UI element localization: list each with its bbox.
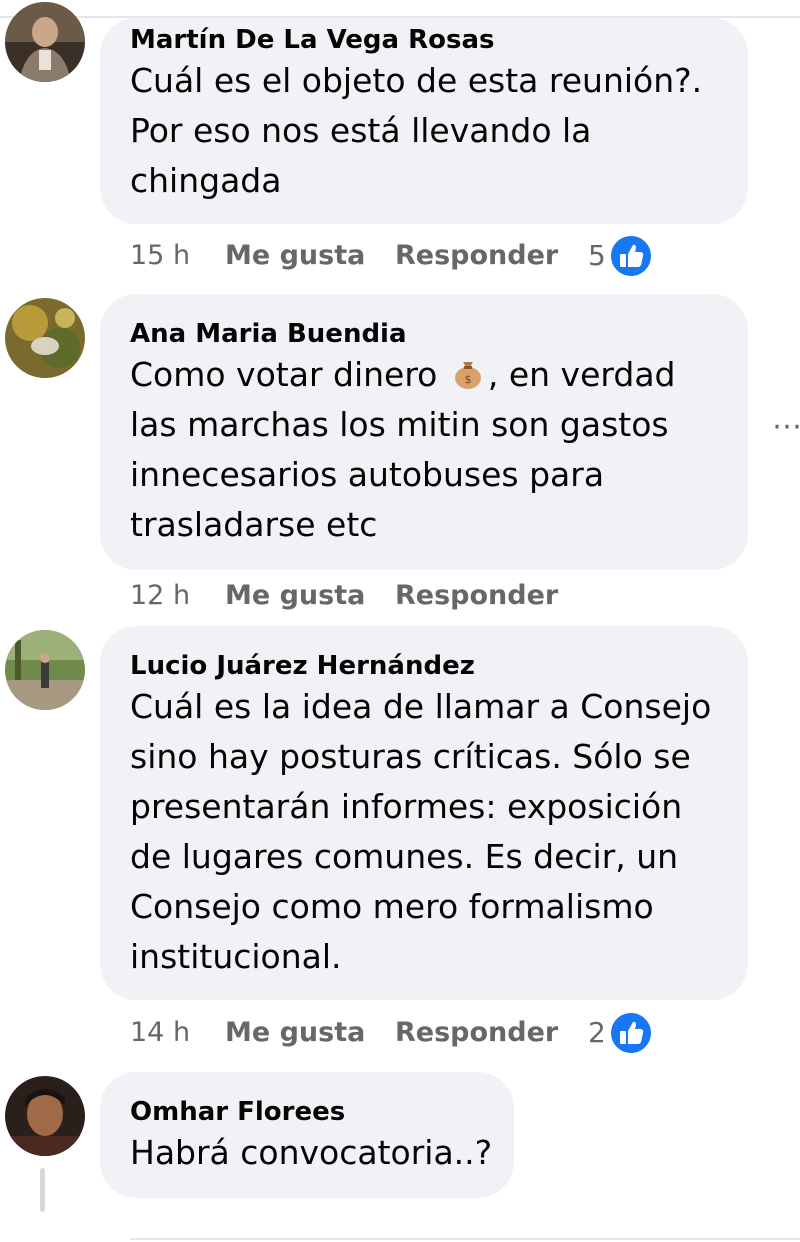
- comment-bubble: Martín De La Vega Rosas Cuál es el objet…: [100, 18, 748, 224]
- like-button[interactable]: Me gusta: [225, 576, 365, 616]
- more-options-icon[interactable]: ⋯: [772, 412, 800, 442]
- like-button[interactable]: Me gusta: [225, 1013, 365, 1053]
- comment-text-segment: Como votar dinero: [130, 355, 448, 394]
- comment-actions: 12 h Me gusta Responder: [130, 576, 690, 616]
- comment-text-line: Por eso nos está llevando la: [130, 111, 592, 150]
- comment-actions: 14 h Me gusta Responder 2: [130, 1010, 690, 1056]
- comment-text-line: institucional.: [130, 937, 342, 976]
- comment-text-line: de lugares comunes. Es decir, un: [130, 837, 679, 876]
- comment-text-line: las marchas los mitin son gastos: [130, 405, 669, 444]
- comment-text-line: innecesarios autobuses para: [130, 455, 605, 494]
- like-reaction-icon[interactable]: [608, 233, 654, 279]
- comment-text-segment: , en verdad: [487, 355, 676, 394]
- comment-actions: 15 h Me gusta Responder 5: [130, 233, 690, 279]
- comment-text-line: chingada: [130, 161, 282, 200]
- comment-text-line: Cuál es la idea de llamar a Consejo: [130, 687, 712, 726]
- reply-button[interactable]: Responder: [395, 576, 558, 616]
- comment-timestamp[interactable]: 15 h: [130, 236, 190, 276]
- comment-timestamp[interactable]: 14 h: [130, 1013, 190, 1053]
- comment-text-line: Cuál es el objeto de esta reunión?.: [130, 61, 703, 100]
- like-reaction-icon[interactable]: [608, 1010, 654, 1056]
- comment-timestamp[interactable]: 12 h: [130, 576, 190, 616]
- comment-text-line: trasladarse etc: [130, 505, 378, 544]
- comment-bubble: Omhar Florees Habrá convocatoria..?: [100, 1072, 514, 1198]
- bottom-divider: [130, 1238, 800, 1240]
- reply-button[interactable]: Responder: [395, 1013, 558, 1053]
- comment-author[interactable]: Omhar Florees: [130, 1072, 484, 1128]
- comment-text-line: Consejo como mero formalismo: [130, 887, 654, 926]
- avatar[interactable]: [5, 630, 85, 710]
- comment-text-line: presentarán informes: exposición: [130, 787, 683, 826]
- like-button[interactable]: Me gusta: [225, 236, 365, 276]
- avatar[interactable]: [5, 298, 85, 378]
- comment-text-line: sino hay posturas críticas. Sólo se: [130, 737, 691, 776]
- reply-button[interactable]: Responder: [395, 236, 558, 276]
- svg-text:$: $: [464, 373, 471, 386]
- avatar[interactable]: [5, 1076, 85, 1156]
- comment-author[interactable]: Ana Maria Buendia: [130, 294, 718, 350]
- reaction-count[interactable]: 2: [588, 1013, 606, 1053]
- reaction-count[interactable]: 5: [588, 236, 606, 276]
- comment-bubble: Ana Maria Buendia Como votar dinero $ , …: [100, 294, 748, 570]
- comment-author[interactable]: Martín De La Vega Rosas: [130, 18, 718, 56]
- thread-connector: [40, 1168, 45, 1212]
- comment-text-line: Habrá convocatoria..?: [130, 1133, 493, 1172]
- money-bag-icon: $: [454, 362, 481, 389]
- avatar[interactable]: [5, 2, 85, 82]
- comment-author[interactable]: Lucio Juárez Hernández: [130, 626, 718, 682]
- comment-bubble: Lucio Juárez Hernández Cuál es la idea d…: [100, 626, 748, 1000]
- comment-text-line: Como votar dinero $ , en verdad: [130, 350, 718, 400]
